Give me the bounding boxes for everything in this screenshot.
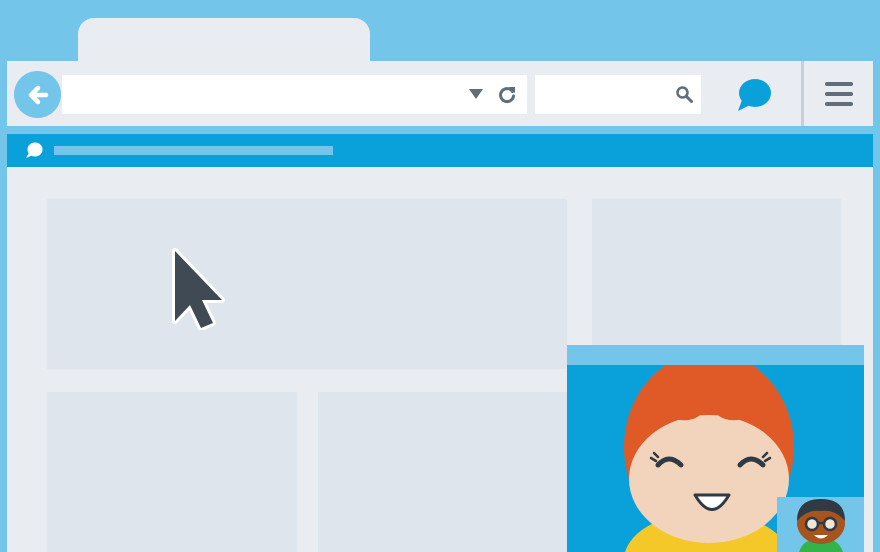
video-call-window[interactable]	[567, 345, 864, 552]
search-input[interactable]	[545, 75, 669, 116]
menu-line	[825, 102, 853, 106]
self-view-thumbnail[interactable]	[777, 497, 864, 552]
content-block-main	[47, 199, 567, 369]
content-block-bottom-middle	[318, 392, 578, 552]
menu-line	[825, 92, 853, 96]
arrow-left-icon	[28, 85, 48, 104]
menu-button[interactable]	[822, 80, 856, 108]
address-bar[interactable]	[62, 75, 527, 116]
search-icon[interactable]	[676, 86, 693, 103]
toolbar-divider	[801, 61, 804, 126]
tab-title	[78, 18, 370, 46]
dropdown-triangle-icon[interactable]	[469, 88, 483, 100]
notification-text[interactable]	[54, 146, 333, 155]
video-call-header	[567, 345, 864, 365]
reload-icon[interactable]	[497, 84, 517, 104]
self-avatar-illustration	[777, 497, 864, 552]
menu-line	[825, 82, 853, 86]
content-block-bottom-left	[47, 392, 297, 552]
url-input[interactable]	[74, 75, 458, 116]
speech-bubble-icon	[26, 142, 43, 158]
browser-tab[interactable]	[78, 18, 370, 62]
chat-bubble-icon[interactable]	[735, 78, 773, 112]
mouse-pointer-icon	[172, 248, 225, 330]
content-block-sidebar	[592, 199, 841, 359]
back-button[interactable]	[14, 71, 61, 118]
